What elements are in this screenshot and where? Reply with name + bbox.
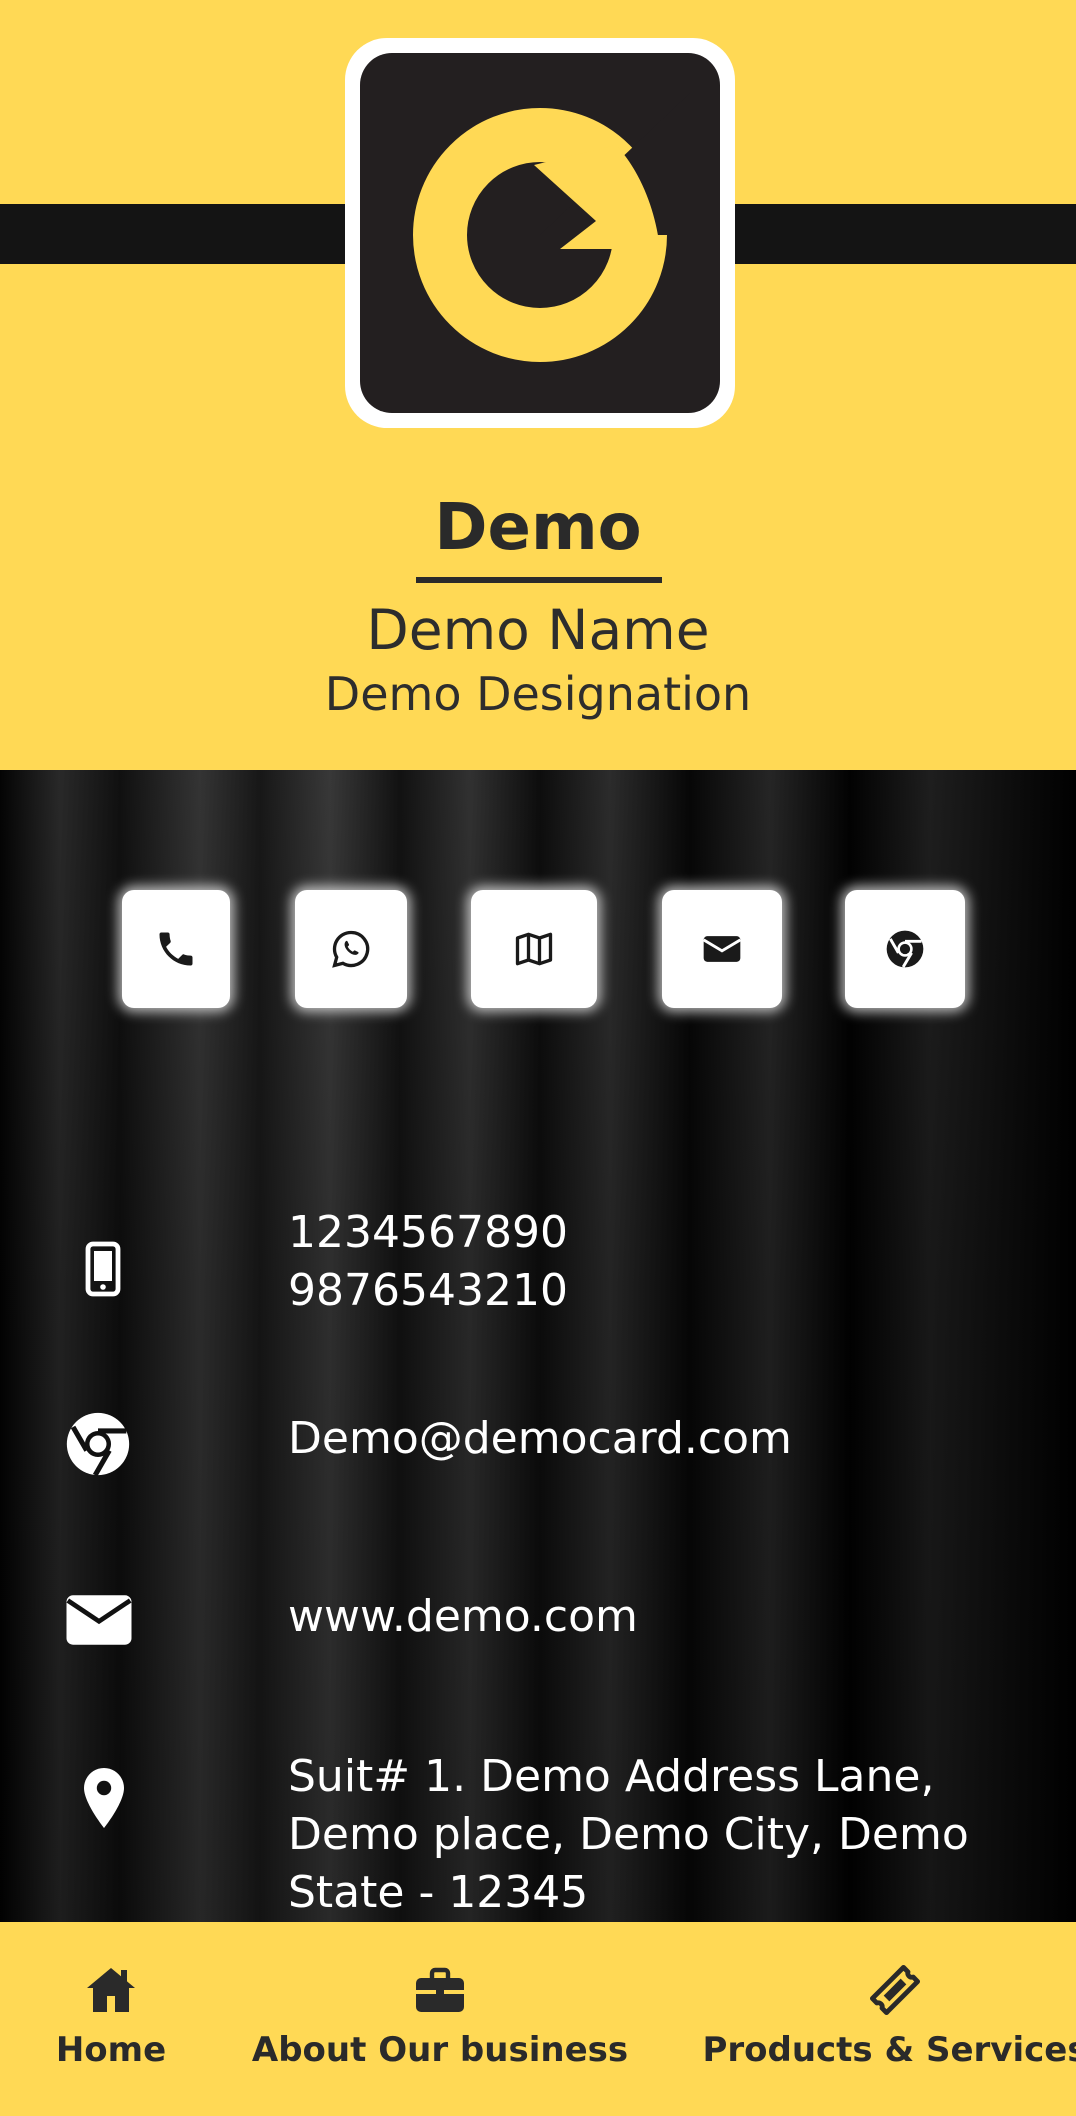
email-address[interactable]: Demo@democard.com <box>288 1410 792 1468</box>
envelope-icon <box>702 936 742 962</box>
person-designation: Demo Designation <box>324 667 752 721</box>
nav-about-label: About Our business <box>251 2030 629 2070</box>
call-button[interactable] <box>122 890 230 1008</box>
phone-number-secondary[interactable]: 9876543210 <box>288 1262 568 1320</box>
chrome-icon <box>64 1410 132 1478</box>
email-button[interactable] <box>662 890 782 1008</box>
nav-products[interactable]: Products & Services <box>702 1962 1076 2082</box>
company-name: Demo <box>434 491 642 565</box>
map-button[interactable] <box>471 890 597 1008</box>
nav-about[interactable]: About Our business <box>251 1962 629 2082</box>
address-line-2[interactable]: Demo place, Demo City, Demo <box>288 1806 969 1864</box>
phone-number-primary[interactable]: 1234567890 <box>288 1204 568 1262</box>
location-pin-icon <box>78 1768 130 1828</box>
g-logo-icon <box>360 53 720 413</box>
nav-products-label: Products & Services <box>702 2030 1076 2070</box>
address-line-1[interactable]: Suit# 1. Demo Address Lane, <box>288 1748 934 1806</box>
phone-icon <box>159 932 193 966</box>
bottom-navigation: Home About Our business Products & Servi… <box>0 1922 1076 2116</box>
person-name: Demo Name <box>366 598 710 662</box>
website-url[interactable]: www.demo.com <box>288 1588 638 1646</box>
ticket-icon <box>869 1964 921 2016</box>
map-icon <box>515 932 553 966</box>
home-icon <box>87 1968 135 2012</box>
address-line-3[interactable]: State - 12345 <box>288 1864 588 1922</box>
company-logo <box>345 38 735 428</box>
briefcase-icon <box>416 1967 464 2012</box>
envelope-icon <box>64 1592 134 1648</box>
chrome-icon <box>886 930 924 968</box>
whatsapp-icon <box>332 930 370 968</box>
nav-home[interactable]: Home <box>50 1962 172 2082</box>
nav-home-label: Home <box>55 2030 167 2070</box>
profile-header: Demo Demo Name Demo Designation <box>0 0 1076 770</box>
company-underline <box>416 577 662 583</box>
mobile-phone-icon <box>70 1236 136 1302</box>
website-button[interactable] <box>845 890 965 1008</box>
whatsapp-button[interactable] <box>295 890 407 1008</box>
